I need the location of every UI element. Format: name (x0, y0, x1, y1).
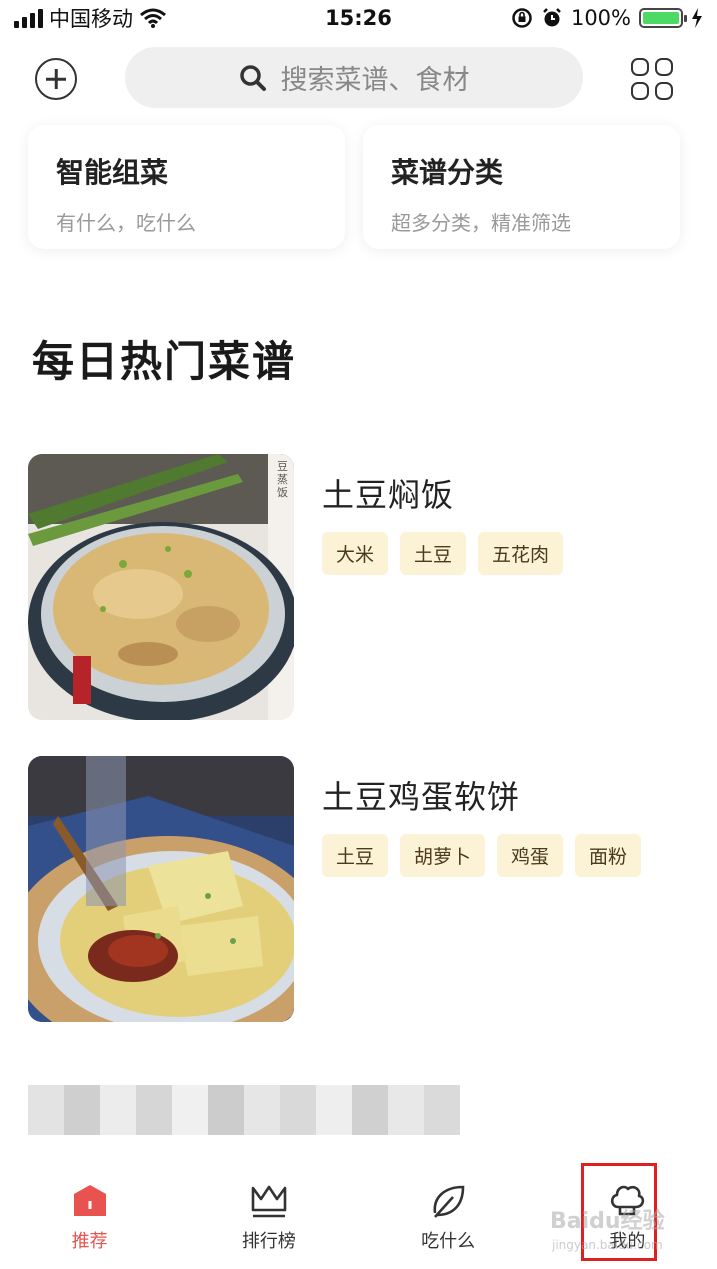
ingredient-tag[interactable]: 五花肉 (478, 532, 564, 575)
home-icon (73, 1185, 106, 1216)
card-title: 菜谱分类 (391, 156, 504, 189)
watermark-url: jingyan.baidu.com (552, 1238, 663, 1252)
watermark: Baidu经验 (550, 1209, 665, 1234)
search-bar[interactable]: 搜索菜谱、食材 (125, 47, 583, 108)
status-bar: 中国移动 15:26 100% (0, 0, 717, 36)
blurred-content (28, 1085, 460, 1135)
carrier-label: 中国移动 (49, 7, 133, 31)
search-icon (239, 64, 266, 91)
tab-label: 吃什么 (421, 1231, 476, 1252)
recipe-image: 豆蒸饭 (28, 454, 294, 720)
wifi-icon (140, 8, 166, 28)
crown-icon (251, 1185, 287, 1218)
feature-cards: 智能组菜 有什么，吃什么 菜谱分类 超多分类，精准筛选 (28, 125, 680, 249)
card-title: 智能组菜 (56, 156, 169, 189)
section-title: 每日热门菜谱 (32, 337, 297, 386)
header: 搜索菜谱、食材 (0, 46, 717, 112)
card-subtitle: 有什么，吃什么 (56, 211, 196, 235)
recipe-image-caption: 豆蒸饭 (277, 460, 288, 499)
recipe-tags: 大米 土豆 五花肉 (322, 532, 564, 575)
ingredient-tag[interactable]: 胡萝卜 (400, 834, 486, 877)
status-right: 100% (443, 6, 703, 30)
recipe-item[interactable]: 豆蒸饭 土豆焖饭 大米 土豆 五花肉 (28, 454, 688, 720)
status-left: 中国移动 (14, 3, 274, 33)
recipe-item[interactable]: 土豆鸡蛋软饼 土豆 胡萝卜 鸡蛋 面粉 (28, 756, 688, 1022)
status-time: 15:26 (325, 6, 392, 30)
ingredient-tag[interactable]: 土豆 (322, 834, 389, 877)
tab-recommend[interactable]: 推荐 (0, 1167, 179, 1269)
leaf-icon (433, 1185, 465, 1218)
grid-cell (631, 58, 649, 76)
alarm-icon (543, 8, 561, 27)
tab-label: 排行榜 (241, 1231, 296, 1252)
ingredient-tag[interactable]: 土豆 (400, 532, 467, 575)
recipe-title: 土豆鸡蛋软饼 (322, 778, 521, 816)
charging-icon (692, 8, 702, 28)
recipe-category-card[interactable]: 菜谱分类 超多分类，精准筛选 (363, 125, 680, 249)
tab-ranking[interactable]: 排行榜 (179, 1167, 358, 1269)
search-placeholder: 搜索菜谱、食材 (280, 65, 470, 96)
battery-percent: 100% (570, 6, 631, 30)
smart-combo-card[interactable]: 智能组菜 有什么，吃什么 (28, 125, 345, 249)
grid-cell (655, 58, 673, 76)
grid-cell (631, 82, 649, 100)
ingredient-tag[interactable]: 大米 (322, 532, 389, 575)
ingredient-tag[interactable]: 鸡蛋 (497, 834, 564, 877)
recipe-title: 土豆焖饭 (322, 476, 455, 514)
category-grid-button[interactable] (631, 58, 673, 100)
signal-icon (14, 8, 43, 28)
recipe-image (28, 756, 294, 1022)
battery-icon (639, 8, 687, 28)
card-subtitle: 超多分类，精准筛选 (391, 211, 571, 235)
grid-cell (655, 82, 673, 100)
add-recipe-button[interactable] (35, 58, 77, 100)
ingredient-tag[interactable]: 面粉 (575, 834, 642, 877)
recipe-tags: 土豆 胡萝卜 鸡蛋 面粉 (322, 834, 642, 877)
orientation-lock-icon (512, 8, 532, 28)
tab-label: 推荐 (71, 1231, 108, 1252)
tab-what-to-eat[interactable]: 吃什么 (359, 1167, 538, 1269)
